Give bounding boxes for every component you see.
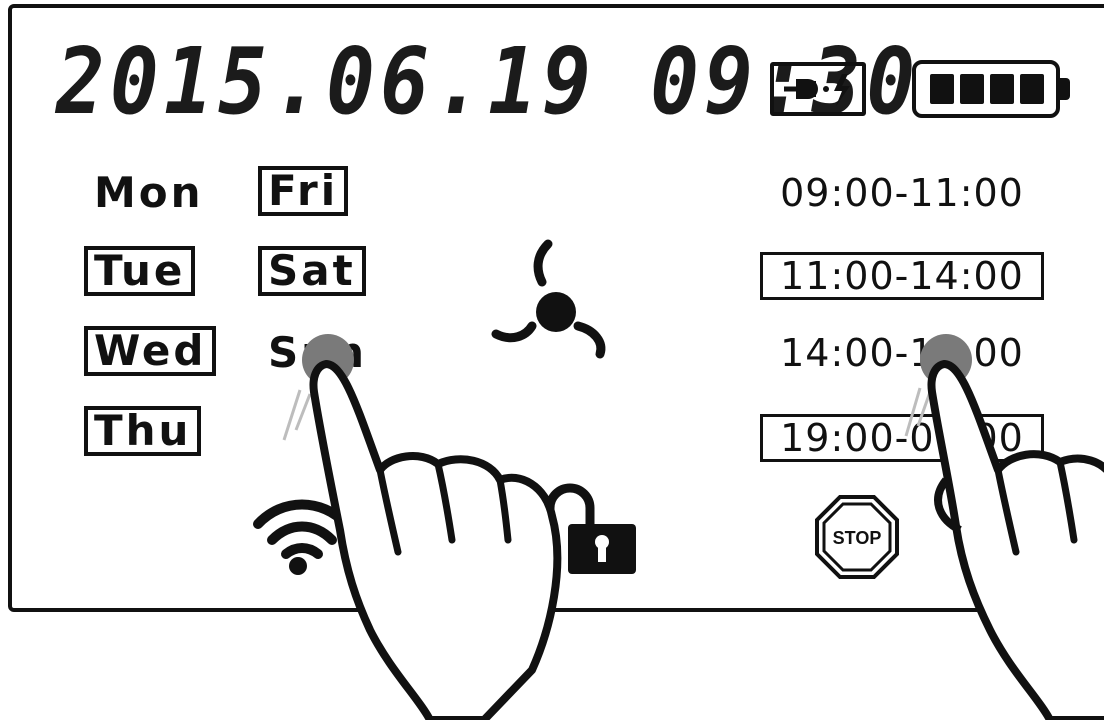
stop-label: STOP [833, 528, 882, 548]
stop-icon[interactable]: STOP [814, 494, 900, 584]
lock-icon[interactable] [528, 476, 640, 584]
day-button-thu[interactable]: Thu [84, 406, 202, 456]
fan-icon[interactable] [486, 238, 616, 366]
wifi-icon [252, 490, 352, 580]
battery-cell [990, 74, 1014, 104]
battery-cell [1020, 74, 1044, 104]
plug-charge-icon [770, 62, 866, 116]
day-button-sun[interactable]: Sun [262, 328, 373, 378]
day-button-fri[interactable]: Fri [258, 166, 349, 216]
timeslot-1[interactable]: 09:00-11:00 [760, 172, 1044, 220]
day-button-wed[interactable]: Wed [84, 326, 217, 376]
timeslot-3[interactable]: 14:00-19:00 [760, 332, 1044, 380]
day-button-tue[interactable]: Tue [84, 246, 196, 296]
timeslot-2[interactable]: 11:00-14:00 [760, 252, 1044, 300]
battery-cell [960, 74, 984, 104]
battery-cell [930, 74, 954, 104]
day-button-mon[interactable]: Mon [88, 168, 210, 218]
battery-full-icon [912, 60, 1070, 118]
day-button-sat[interactable]: Sat [258, 246, 366, 296]
timeslot-4[interactable]: 19:00-09:00 [760, 414, 1044, 462]
